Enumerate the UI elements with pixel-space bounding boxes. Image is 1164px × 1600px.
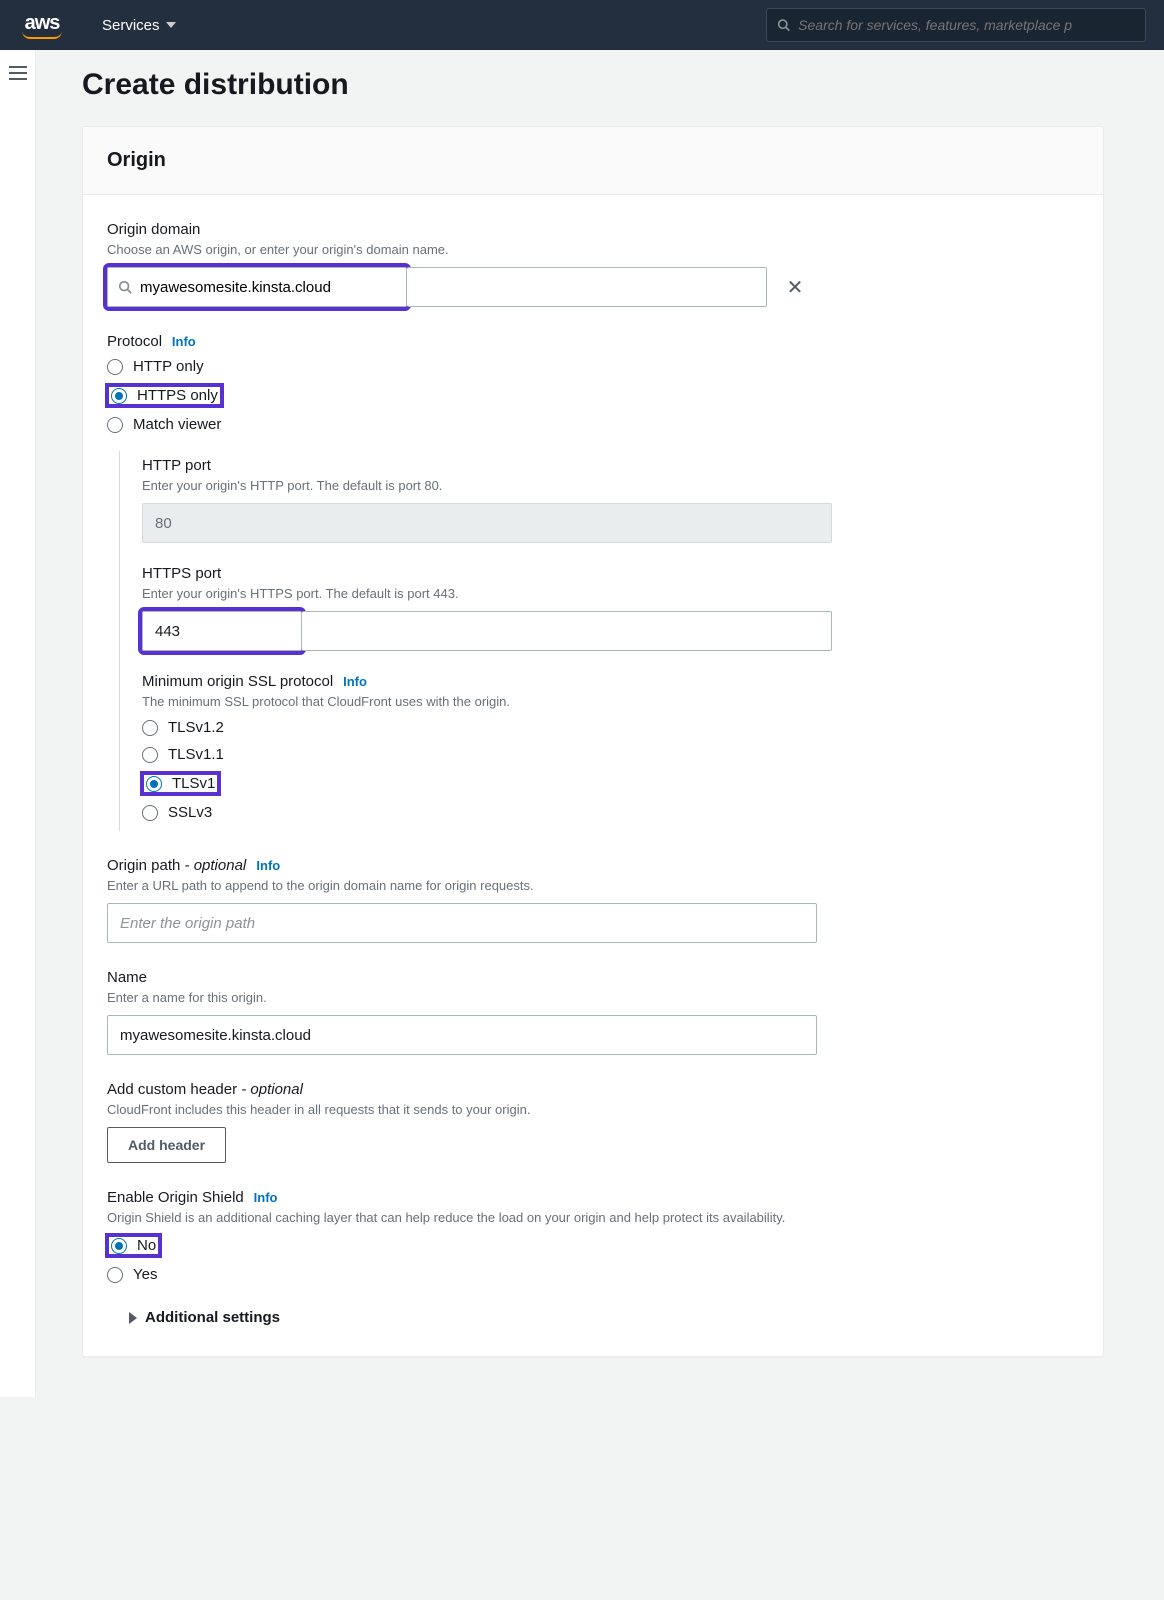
services-label: Services — [102, 17, 160, 34]
clear-icon[interactable]: ✕ — [773, 267, 817, 307]
ssl-tls1[interactable]: TLSv1 — [146, 775, 215, 792]
ssl-sslv3[interactable]: SSLv3 — [142, 804, 1079, 821]
origin-name-field: Name Enter a name for this origin. — [107, 969, 1079, 1055]
top-nav: aws Services — [0, 0, 1164, 50]
origin-shield-label: Enable Origin Shield — [107, 1189, 244, 1206]
radio-icon — [142, 805, 158, 821]
origin-domain-input[interactable] — [140, 279, 396, 296]
origin-shield-help: Origin Shield is an additional caching l… — [107, 1210, 1079, 1225]
search-icon — [777, 18, 790, 32]
https-port-help: Enter your origin's HTTPS port. The defa… — [142, 586, 1079, 601]
sidebar-collapsed — [0, 50, 36, 1397]
protocol-http-only[interactable]: HTTP only — [107, 358, 1079, 375]
origin-domain-input-wrap[interactable] — [107, 267, 407, 307]
min-ssl-info-link[interactable]: Info — [343, 674, 367, 689]
origin-name-input[interactable] — [107, 1015, 817, 1055]
radio-icon — [107, 417, 123, 433]
chevron-down-icon — [166, 22, 176, 28]
https-port-label: HTTPS port — [142, 565, 1079, 582]
origin-shield-yes[interactable]: Yes — [107, 1266, 1079, 1283]
min-ssl-field: Minimum origin SSL protocol Info The min… — [142, 673, 1079, 821]
custom-header-field: Add custom header - optional CloudFront … — [107, 1081, 1079, 1163]
protocol-field: Protocol Info HTTP only HTTPS only — [107, 333, 1079, 831]
min-ssl-label: Minimum origin SSL protocol — [142, 673, 333, 690]
origin-path-field: Origin path - optional Info Enter a URL … — [107, 857, 1079, 943]
http-port-field: HTTP port Enter your origin's HTTP port.… — [142, 457, 1079, 543]
origin-shield-field: Enable Origin Shield Info Origin Shield … — [107, 1189, 1079, 1283]
radio-icon — [111, 1238, 127, 1254]
origin-domain-field: Origin domain Choose an AWS origin, or e… — [107, 221, 1079, 307]
additional-settings-toggle[interactable]: Additional settings — [129, 1309, 1079, 1326]
chevron-right-icon — [129, 1312, 137, 1324]
min-ssl-help: The minimum SSL protocol that CloudFront… — [142, 694, 1079, 709]
aws-logo[interactable]: aws — [22, 12, 62, 39]
custom-header-help: CloudFront includes this header in all r… — [107, 1102, 1079, 1117]
additional-settings-label: Additional settings — [145, 1309, 280, 1326]
protocol-https-only[interactable]: HTTPS only — [111, 387, 218, 404]
origin-domain-input-ext[interactable] — [407, 267, 767, 307]
origin-domain-label: Origin domain — [107, 221, 1079, 238]
protocol-label: Protocol — [107, 333, 162, 350]
radio-icon — [107, 359, 123, 375]
origin-shield-no[interactable]: No — [111, 1237, 156, 1254]
origin-path-input[interactable] — [107, 903, 817, 943]
radio-icon — [146, 776, 162, 792]
radio-icon — [142, 720, 158, 736]
radio-icon — [111, 388, 127, 404]
protocol-match-viewer[interactable]: Match viewer — [107, 416, 1079, 433]
add-header-button[interactable]: Add header — [107, 1127, 226, 1163]
custom-header-label: Add custom header - optional — [107, 1081, 303, 1098]
ssl-tls11[interactable]: TLSv1.1 — [142, 746, 1079, 763]
origin-panel-heading: Origin — [83, 127, 1103, 195]
main-content: Create distribution Origin Origin domain… — [36, 50, 1164, 1397]
radio-icon — [142, 747, 158, 763]
origin-shield-info-link[interactable]: Info — [254, 1190, 278, 1205]
origin-panel: Origin Origin domain Choose an AWS origi… — [82, 126, 1104, 1357]
global-search-input[interactable] — [798, 17, 1135, 33]
http-port-input — [142, 503, 832, 543]
hamburger-icon[interactable] — [9, 66, 27, 1397]
http-port-help: Enter your origin's HTTP port. The defau… — [142, 478, 1079, 493]
radio-icon — [107, 1267, 123, 1283]
page-title: Create distribution — [82, 68, 1104, 102]
https-port-input-ext[interactable] — [302, 611, 832, 651]
https-port-input[interactable] — [142, 611, 302, 651]
services-menu[interactable]: Services — [102, 17, 176, 34]
origin-path-help: Enter a URL path to append to the origin… — [107, 878, 1079, 893]
search-icon — [118, 280, 132, 294]
http-port-label: HTTP port — [142, 457, 1079, 474]
protocol-info-link[interactable]: Info — [172, 334, 196, 349]
origin-domain-help: Choose an AWS origin, or enter your orig… — [107, 242, 1079, 257]
global-search[interactable] — [766, 8, 1146, 42]
origin-path-label: Origin path - optional — [107, 857, 250, 874]
origin-path-info-link[interactable]: Info — [256, 858, 280, 873]
origin-name-label: Name — [107, 969, 1079, 986]
origin-name-help: Enter a name for this origin. — [107, 990, 1079, 1005]
https-port-field: HTTPS port Enter your origin's HTTPS por… — [142, 565, 1079, 651]
ssl-tls12[interactable]: TLSv1.2 — [142, 719, 1079, 736]
